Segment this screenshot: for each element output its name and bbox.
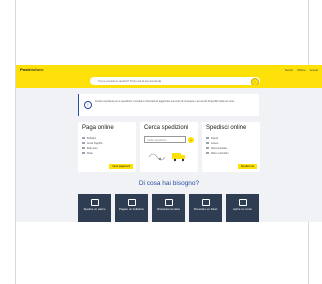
tile-label: Aprire un conto xyxy=(233,207,252,211)
header-link[interactable]: Accedi xyxy=(310,68,318,72)
box-icon xyxy=(90,199,99,206)
account-icon xyxy=(238,199,247,206)
search-icon[interactable]: ⌕ xyxy=(188,137,194,143)
tile-aprire-conto[interactable]: Aprire un conto xyxy=(226,194,259,222)
card-title: Cerca spedizioni xyxy=(144,125,189,131)
header-link[interactable]: Servizi xyxy=(285,68,293,72)
tile-label: Pagare un bollettino xyxy=(119,207,144,211)
header-links: Servizi Offerte Accedi xyxy=(285,68,318,72)
tile-prenotare-ticket[interactable]: Prenotare un ticket xyxy=(189,194,222,222)
tracking-input[interactable]: Codice spedizione xyxy=(144,136,186,143)
card-link[interactable]: Multe xyxy=(82,151,102,156)
card-spedisci-online: Spedisci online Pacchi Lettere Raccomand… xyxy=(202,122,260,172)
top-bar: Posteitaliane Servizi Offerte Accedi xyxy=(16,65,322,75)
header-link[interactable]: Offerte xyxy=(297,68,306,72)
card-title: Spedisci online xyxy=(206,125,247,131)
tile-label: Ricaricare la carta xyxy=(157,207,180,211)
card-icon xyxy=(164,199,173,206)
ticket-icon xyxy=(201,199,210,206)
logo[interactable]: Posteitaliane xyxy=(20,67,44,72)
notice-text: Avviso importante per le spedizioni: con… xyxy=(95,100,235,103)
card-cerca-spedizioni: Cerca spedizioni Codice spedizione ⌕ xyxy=(140,122,198,172)
receipt-icon xyxy=(127,199,136,206)
card-cta-button[interactable]: Vai ai pagamenti xyxy=(109,164,133,169)
card-paga-online: Paga online Bollettini Avvisi PagoPA Bol… xyxy=(78,122,136,172)
search-icon[interactable]: ⌕ xyxy=(251,78,259,85)
tile-label: Prenotare un ticket xyxy=(193,207,218,211)
notice-box: i Avviso importante per le spedizioni: c… xyxy=(78,94,259,116)
info-icon: i xyxy=(84,101,92,109)
tile-ricaricare-carta[interactable]: Ricaricare la carta xyxy=(152,194,185,222)
section-title: Di cosa hai bisogno? xyxy=(138,180,200,187)
tile-spedire-pacco[interactable]: Spedire un pacco xyxy=(78,194,111,222)
card-cta-button[interactable]: Spedisci ora xyxy=(237,164,257,169)
search-input[interactable]: Come possiamo aiutarti? Scrivi qui la tu… xyxy=(90,77,260,85)
tile-pagare-bollettino[interactable]: Pagare un bollettino xyxy=(115,194,148,222)
search-band: Come possiamo aiutarti? Scrivi qui la tu… xyxy=(16,75,322,88)
card-title: Paga online xyxy=(82,125,114,131)
card-link[interactable]: Ritiro a domicilio xyxy=(206,151,229,156)
delivery-illustration xyxy=(148,153,185,162)
tile-label: Spedire un pacco xyxy=(83,207,106,211)
